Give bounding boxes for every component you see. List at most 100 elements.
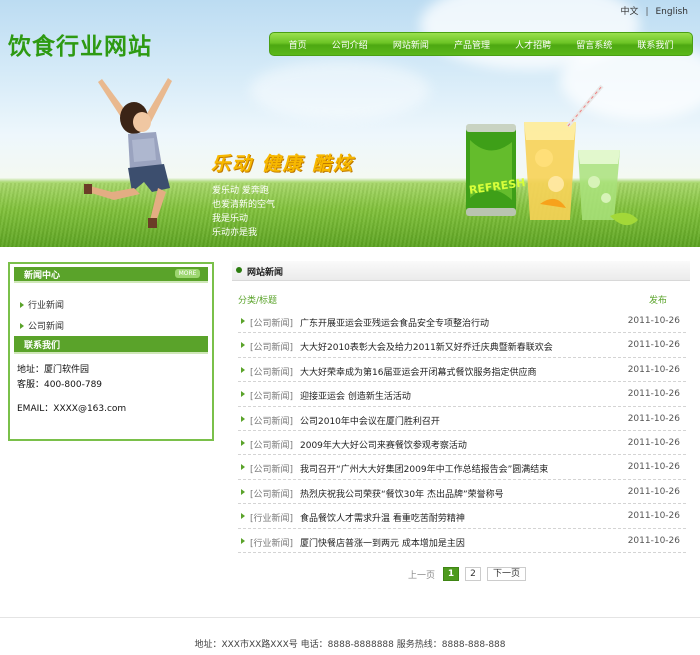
news-date: 2011-10-26 [627,389,680,400]
nav-jobs[interactable]: 人才招聘 [513,38,553,51]
contact-address: 地址：厦门软件园 [17,365,90,375]
drinks-image: REFRESH [466,84,638,226]
lang-en-link[interactable]: English [656,7,689,17]
news-title-link[interactable]: 公司2010年中会议在厦门胜利召开 [300,414,440,427]
footer-divider [0,617,700,618]
footer-info: 地址：XXX市XX路XXX号 电话：8888-8888888 服务热线：8888… [194,640,506,650]
sidebar-item-company-news[interactable]: 公司新闻 [20,315,64,336]
nav-contact[interactable]: 联系我们 [635,38,675,51]
arrow-icon [20,301,24,308]
news-center-header: 新闻中心 MORE [14,267,208,281]
news-date: 2011-10-26 [627,511,680,522]
news-category: [行业新闻] [250,514,294,525]
news-row[interactable]: [行业新闻] 食品餐饮人才需求升温 看重吃苦耐劳精神 2011-10-26 [238,504,686,529]
news-date: 2011-10-26 [627,437,680,448]
arrow-icon [241,366,245,373]
news-date: 2011-10-26 [627,462,680,473]
column-header-date: 发布 [649,296,668,306]
prev-page-link[interactable]: 上一页 [408,568,435,581]
news-category: [公司新闻] [250,416,294,427]
news-center-title: 新闻中心 [24,271,61,281]
contact-title: 联系我们 [24,341,61,351]
arrow-icon [241,464,245,471]
news-title-link[interactable]: 2009年大大好公司来赛餐饮参观考察活动 [300,438,467,451]
site-logo[interactable]: 饮食行业网站 [8,27,152,61]
news-category: [行业新闻] [250,538,294,549]
contact-email: EMAIL：XXXX@163.com [17,404,127,414]
arrow-icon [241,513,245,520]
news-row[interactable]: [公司新闻] 我司召开“广州大大好集团2009年中工作总结报告会”圆满结束 2011… [238,455,686,480]
news-row[interactable]: [公司新闻] 公司2010年中会议在厦门胜利召开 2011-10-26 [238,407,686,431]
pagination: 上一页 1 2 下一页 [408,567,527,581]
bullet-icon [236,267,242,273]
arrow-icon [241,488,245,495]
news-title-link[interactable]: 迎接亚运会 创造新生活活动 [300,389,411,402]
arrow-icon [241,391,245,398]
divider [14,352,208,354]
news-row[interactable]: [公司新闻] 2009年大大好公司来赛餐饮参观考察活动 2011-10-26 [238,431,686,456]
news-row[interactable]: [公司新闻] 热烈庆祝我公司荣获“餐饮30年 杰出品牌”荣誉称号 2011-10-2… [238,480,686,505]
sidebar: 新闻中心 MORE 行业新闻 公司新闻 联系我们 地址：厦门软件园 客服：400… [8,262,214,441]
page-2-button[interactable]: 2 [465,567,482,581]
cloud [250,60,430,120]
news-row[interactable]: [公司新闻] 迎接亚运会 创造新生活活动 2011-10-26 [238,382,686,407]
news-category: [公司新闻] [250,489,294,500]
sidebar-item-label: 公司新闻 [28,322,65,332]
more-button[interactable]: MORE [175,269,200,278]
nav-home[interactable]: 首页 [287,38,309,51]
news-row[interactable]: [公司新闻] 广东开展亚运会亚残运会食品安全专项整治行动 2011-10-26 [238,309,686,334]
news-date: 2011-10-26 [627,316,680,326]
news-row[interactable]: [公司新闻] 大大好2010表彰大会及给力2011新又好乔迁庆典暨新春联欢会 201… [238,333,686,358]
news-category: [公司新闻] [250,392,294,403]
news-title-link[interactable]: 热烈庆祝我公司荣获“餐饮30年 杰出品牌”荣誉称号 [300,487,504,500]
sidebar-item-industry-news[interactable]: 行业新闻 [20,294,64,315]
arrow-icon [20,322,24,329]
news-title-link[interactable]: 广东开展亚运会亚残运会食品安全专项整治行动 [300,316,489,329]
news-section-title: 网站新闻 [247,268,284,278]
news-row[interactable]: [公司新闻] 大大好荣幸成为第16届亚运会开闭幕式餐饮服务指定供应商 2011-10… [238,358,686,383]
news-row[interactable]: [行业新闻] 厦门快餐店普涨一到两元 成本增加是主因 2011-10-26 [238,529,686,553]
news-list: [公司新闻] 广东开展亚运会亚残运会食品安全专项整治行动 2011-10-26 [公… [238,309,686,553]
arrow-icon [241,342,245,349]
news-date: 2011-10-26 [627,340,680,351]
news-title-link[interactable]: 我司召开“广州大大好集团2009年中工作总结报告会”圆满结束 [300,462,548,475]
nav-news[interactable]: 网站新闻 [391,38,431,51]
news-category: [公司新闻] [250,367,294,378]
news-title-link[interactable]: 大大好2010表彰大会及给力2011新又好乔迁庆典暨新春联欢会 [300,340,553,353]
next-page-button[interactable]: 下一页 [487,567,527,581]
sidebar-item-label: 行业新闻 [28,301,65,311]
news-section-header: 网站新闻 [232,261,690,281]
header-banner: 饮食行业网站 中文 | English 首页 公司介绍 网站新闻 产品管理 人才招聘… [0,0,700,247]
news-category: [公司新闻] [250,440,294,451]
arrow-icon [241,318,245,324]
news-category: [公司新闻] [250,465,294,476]
poem-line: 爱乐动 爱奔跑 [212,186,269,196]
language-switcher: 中文 | English [620,4,688,17]
page-1-button[interactable]: 1 [443,567,460,581]
contact-header: 联系我们 [14,336,208,352]
news-date: 2011-10-26 [627,413,680,424]
poem-line: 我是乐动 [212,214,249,224]
main-nav: 首页 公司介绍 网站新闻 产品管理 人才招聘 留言系统 联系我们 [269,32,693,56]
nav-products[interactable]: 产品管理 [452,38,492,51]
jumping-girl-image [84,78,172,228]
news-category-list: 行业新闻 公司新闻 [20,294,64,336]
news-title-link[interactable]: 大大好荣幸成为第16届亚运会开闭幕式餐饮服务指定供应商 [300,365,536,378]
news-date: 2011-10-26 [627,486,680,497]
column-header-title: 分类/标题 [238,296,278,306]
news-date: 2011-10-26 [627,364,680,375]
news-date: 2011-10-26 [627,535,680,546]
lang-separator: | [645,7,649,17]
contact-phone: 客服：400-800-789 [17,380,103,390]
nav-about[interactable]: 公司介绍 [330,38,370,51]
news-title-link[interactable]: 厦门快餐店普涨一到两元 成本增加是主因 [300,536,465,549]
banner-slogan: 乐动 健康 酷炫 [211,153,355,175]
nav-guestbook[interactable]: 留言系统 [574,38,614,51]
news-title-link[interactable]: 食品餐饮人才需求升温 看重吃苦耐劳精神 [300,511,465,524]
poem-line: 也爱清新的空气 [212,200,276,210]
arrow-icon [241,537,245,544]
news-category: [公司新闻] [250,319,294,329]
banner-poem: 爱乐动 爱奔跑 也爱清新的空气 我是乐动 乐动亦是我 [212,184,275,240]
lang-zh-link[interactable]: 中文 [620,4,638,17]
arrow-icon [241,439,245,446]
